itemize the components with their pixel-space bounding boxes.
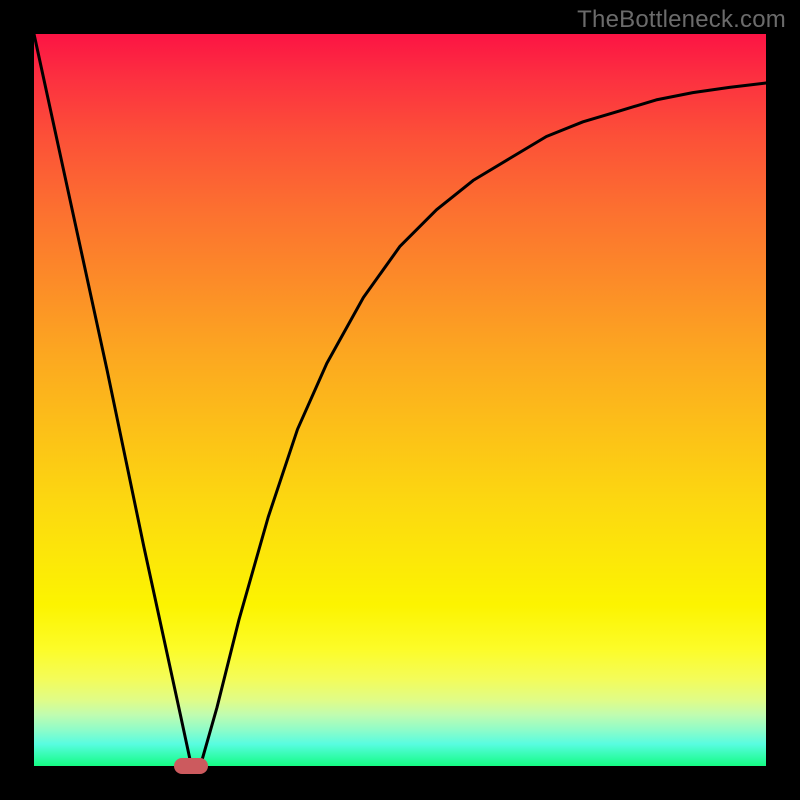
bottleneck-curve [34, 34, 766, 766]
curve-svg [34, 34, 766, 766]
watermark-text: TheBottleneck.com [577, 6, 786, 34]
chart-frame: TheBottleneck.com [0, 0, 800, 800]
minimum-marker [174, 758, 208, 774]
plot-area [34, 34, 766, 766]
